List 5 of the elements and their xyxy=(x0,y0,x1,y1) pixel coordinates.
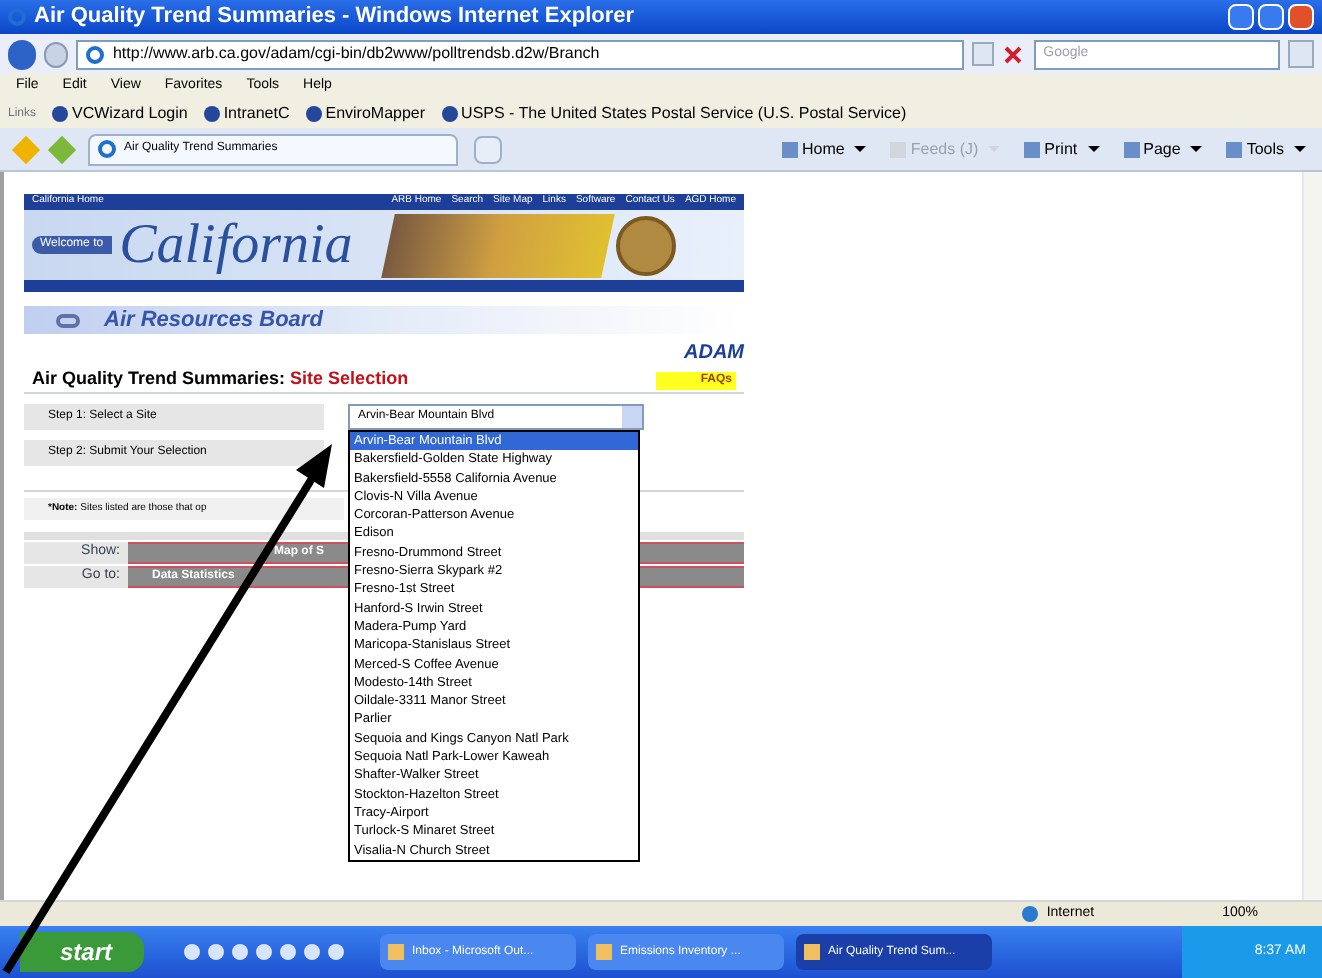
page-heading: Air Quality Trend Summaries: Site Selection xyxy=(32,366,409,393)
window-title: Air Quality Trend Summaries - Windows Internet Explorer xyxy=(34,2,635,33)
adam-logo: ADAM xyxy=(684,340,744,368)
banner-title: California xyxy=(119,217,355,273)
agency-name: Air Resources Board xyxy=(104,305,323,336)
